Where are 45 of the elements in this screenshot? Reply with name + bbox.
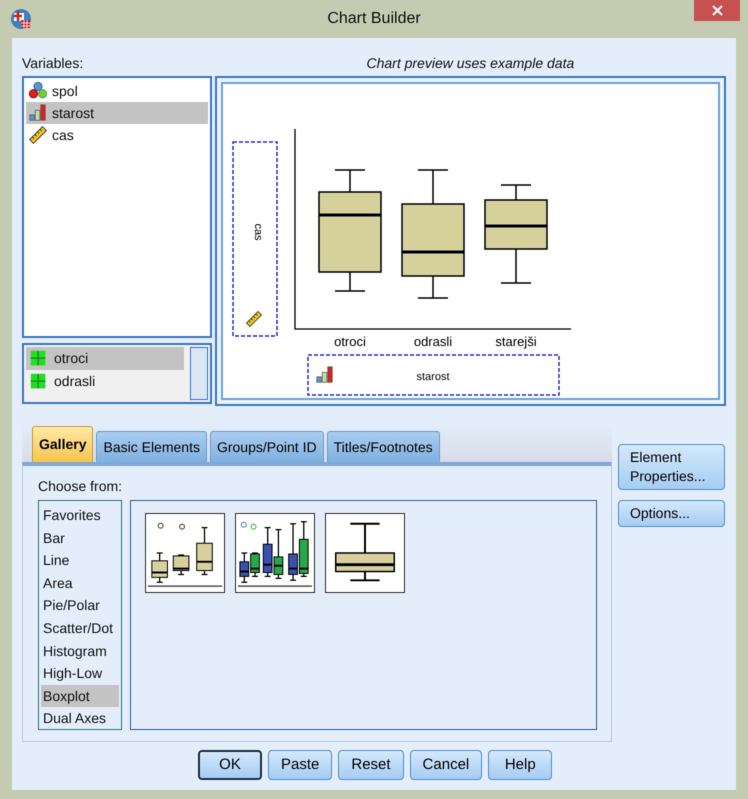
variable-item[interactable]: spol (26, 80, 208, 102)
chart-type-item[interactable]: Histogram (41, 640, 119, 662)
scrollbar[interactable] (190, 347, 208, 400)
category-axis-label: odrasli (414, 334, 452, 349)
close-icon (712, 5, 722, 16)
tab[interactable]: Titles/Footnotes (326, 431, 440, 462)
category-item[interactable]: odrasli (26, 370, 184, 393)
side-button[interactable]: Element Properties... (618, 444, 725, 490)
x-axis-variable-label: starost (416, 371, 450, 383)
simple-boxplot-thumbnail[interactable] (144, 513, 225, 593)
chart-type-item[interactable]: Favorites (41, 504, 119, 527)
circles-icon (28, 81, 48, 101)
tab[interactable]: Gallery (32, 426, 94, 462)
variables-label: Variables: (22, 55, 84, 71)
chart-type-item[interactable]: Dual Axes (41, 707, 119, 730)
clustered-boxplot-thumbnail[interactable] (234, 513, 315, 593)
chart-type-item[interactable]: Bar (41, 526, 119, 550)
chart-type-item[interactable]: Scatter/Dot (41, 616, 119, 640)
dialog-button[interactable]: Help (488, 750, 552, 780)
chart-type-item[interactable]: Boxplot (41, 684, 119, 708)
bar-chart-icon (316, 366, 332, 382)
dialog-button[interactable]: Paste (268, 750, 332, 780)
tab[interactable]: Basic Elements (96, 431, 207, 462)
dialog-button[interactable]: OK (198, 750, 262, 780)
category-item[interactable]: otroci (26, 347, 184, 370)
app-icon (10, 8, 32, 30)
variable-item[interactable]: starost (26, 102, 208, 124)
close-button[interactable] (694, 0, 740, 21)
tab[interactable]: Groups/Point ID (210, 431, 324, 462)
chart-type-item[interactable]: Area (41, 572, 119, 594)
choose-from-label: Choose from: (38, 478, 122, 494)
chart-type-item[interactable]: Line (41, 549, 119, 572)
preview-caption: Chart preview uses example data (366, 55, 574, 71)
window-title: Chart Builder (327, 9, 421, 29)
dialog-button[interactable]: Reset (338, 750, 404, 780)
variable-item[interactable]: cas (26, 124, 208, 146)
category-axis-label: starejši (495, 334, 536, 349)
y-axis-variable-label: cas (252, 223, 264, 241)
chart-type-item[interactable]: Pie/Polar (41, 594, 119, 617)
single-boxplot-thumbnail[interactable] (324, 513, 405, 593)
category-axis-label: otroci (334, 334, 366, 349)
chart-type-item[interactable]: High-Low (41, 662, 119, 685)
dialog-button[interactable]: Cancel (410, 750, 482, 780)
side-button[interactable]: Options... (618, 500, 725, 527)
bar-chart-icon (28, 103, 48, 123)
